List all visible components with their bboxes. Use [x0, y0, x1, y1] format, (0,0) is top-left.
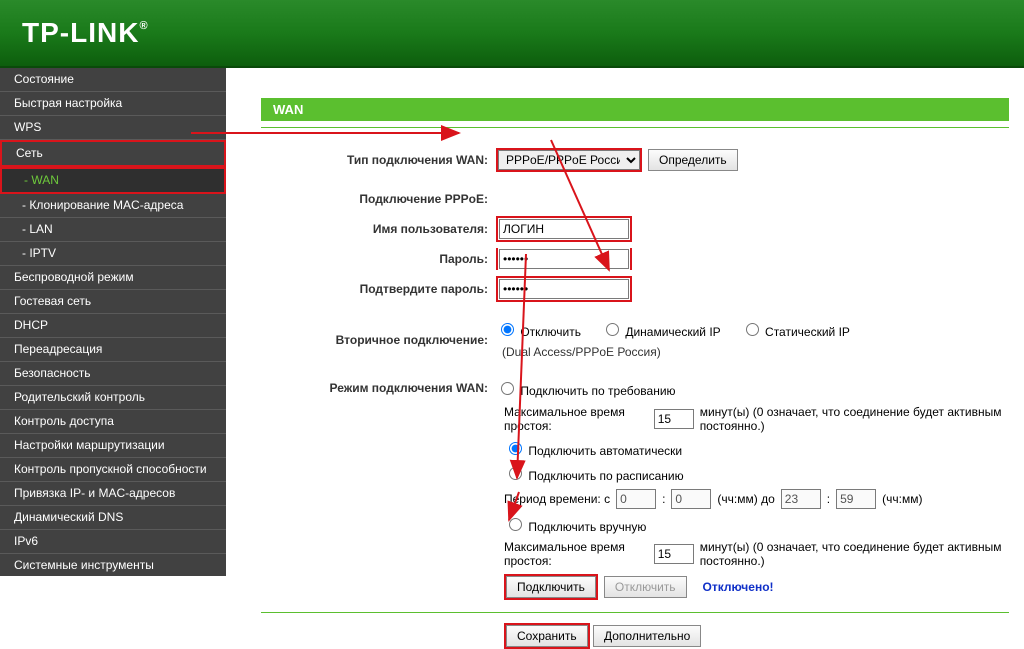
mode-manual-option[interactable]: Подключить вручную [504, 515, 646, 534]
mode-on-demand-option[interactable]: Подключить по требованию [496, 379, 676, 398]
sidebar-item-3[interactable]: Сеть [0, 140, 226, 167]
period-label: Период времени: с [504, 492, 610, 506]
status-text: Отключено! [703, 580, 774, 594]
sidebar-item-11[interactable]: Переадресация [0, 338, 226, 362]
idle-label-2: Максимальное время простоя: [504, 540, 648, 568]
sidebar-item-20[interactable]: Системные инструменты [0, 554, 226, 576]
main-content: WAN Тип подключения WAN: PPPoE/PPPoE Рос… [226, 68, 1024, 576]
secondary-staticip-option[interactable]: Статический IP [741, 320, 850, 339]
label-password: Пароль: [261, 252, 496, 266]
page-title: WAN [261, 98, 1009, 121]
detect-button[interactable]: Определить [648, 149, 738, 171]
label-pppoe-conn: Подключение PPPoE: [261, 192, 496, 206]
sidebar: СостояниеБыстрая настройкаWPSСеть- WAN- … [0, 68, 226, 576]
sidebar-item-6[interactable]: - LAN [0, 218, 226, 242]
secondary-dynip-option[interactable]: Динамический IP [601, 320, 721, 339]
confirm-password-input[interactable] [499, 279, 629, 299]
sidebar-item-9[interactable]: Гостевая сеть [0, 290, 226, 314]
sidebar-item-13[interactable]: Родительский контроль [0, 386, 226, 410]
username-input[interactable] [499, 219, 629, 239]
sidebar-item-18[interactable]: Динамический DNS [0, 506, 226, 530]
label-username: Имя пользователя: [261, 222, 496, 236]
idle-unit-2: минут(ы) (0 означает, что соединение буд… [700, 540, 1009, 568]
label-mode: Режим подключения WAN: [261, 381, 496, 395]
sidebar-item-4[interactable]: - WAN [0, 167, 226, 194]
sidebar-item-5[interactable]: - Клонирование MAC-адреса [0, 194, 226, 218]
idle-unit: минут(ы) (0 означает, что соединение буд… [700, 405, 1009, 433]
divider [261, 127, 1009, 128]
save-button[interactable]: Сохранить [506, 625, 588, 647]
period-from-hh[interactable] [616, 489, 656, 509]
dual-access-note: (Dual Access/PPPoE Россия) [502, 345, 661, 359]
password-input[interactable] [499, 249, 629, 269]
sidebar-item-14[interactable]: Контроль доступа [0, 410, 226, 434]
period-from-mm[interactable] [671, 489, 711, 509]
label-conn-type: Тип подключения WAN: [261, 153, 496, 167]
period-to-mm[interactable] [836, 489, 876, 509]
brand-logo: TP-LINK® [22, 17, 149, 49]
header: TP-LINK® [0, 0, 1024, 68]
mode-schedule-option[interactable]: Подключить по расписанию [504, 464, 684, 483]
connect-button[interactable]: Подключить [506, 576, 596, 598]
label-confirm: Подтвердите пароль: [261, 282, 496, 296]
sidebar-item-19[interactable]: IPv6 [0, 530, 226, 554]
idle-label: Максимальное время простоя: [504, 405, 648, 433]
sidebar-item-8[interactable]: Беспроводной режим [0, 266, 226, 290]
disconnect-button[interactable]: Отключить [604, 576, 687, 598]
sidebar-item-16[interactable]: Контроль пропускной способности [0, 458, 226, 482]
sidebar-item-17[interactable]: Привязка IP- и MAC-адресов [0, 482, 226, 506]
sidebar-item-7[interactable]: - IPTV [0, 242, 226, 266]
idle-time-input[interactable] [654, 409, 694, 429]
sidebar-item-1[interactable]: Быстрая настройка [0, 92, 226, 116]
divider-bottom [261, 612, 1009, 613]
wan-conn-type-select[interactable]: PPPoE/PPPoE Россия [498, 150, 640, 170]
advanced-button[interactable]: Дополнительно [593, 625, 701, 647]
sidebar-item-15[interactable]: Настройки маршрутизации [0, 434, 226, 458]
mode-auto-option[interactable]: Подключить автоматически [504, 439, 682, 458]
secondary-disable-option[interactable]: Отключить [496, 320, 581, 339]
label-secondary: Вторичное подключение: [261, 333, 496, 347]
idle-time-input-2[interactable] [654, 544, 694, 564]
sidebar-item-12[interactable]: Безопасность [0, 362, 226, 386]
period-to-hh[interactable] [781, 489, 821, 509]
sidebar-item-10[interactable]: DHCP [0, 314, 226, 338]
sidebar-item-2[interactable]: WPS [0, 116, 226, 140]
sidebar-item-0[interactable]: Состояние [0, 68, 226, 92]
